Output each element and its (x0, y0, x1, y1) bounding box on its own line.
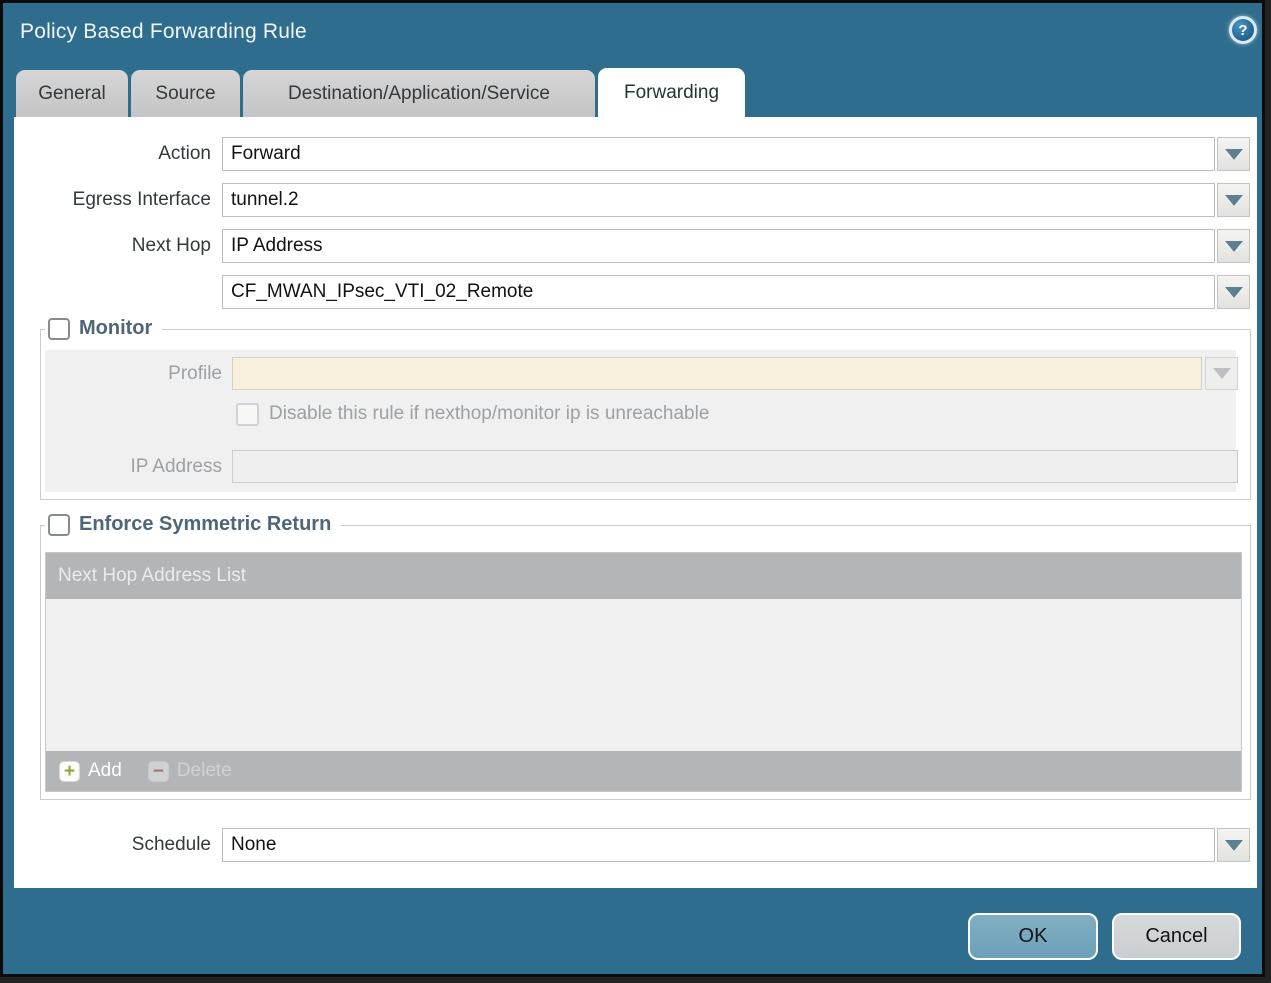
help-glyph: ? (1238, 22, 1247, 39)
symmetric-return-checkbox[interactable] (48, 514, 70, 536)
monitor-ip-address-label: IP Address (45, 450, 222, 483)
cancel-button[interactable]: Cancel (1112, 913, 1241, 960)
tab-destination-application-service[interactable]: Destination/Application/Service (243, 70, 595, 117)
egress-interface-select[interactable]: tunnel.2 (222, 183, 1215, 217)
schedule-label: Schedule (14, 828, 211, 862)
egress-interface-label: Egress Interface (14, 183, 211, 217)
forwarding-tab-panel: Action Forward Egress Interface tunnel.2… (14, 117, 1257, 888)
egress-interface-row: Egress Interface tunnel.2 (14, 183, 1257, 217)
monitor-ip-address-input (232, 450, 1238, 483)
add-button-label: Add (88, 760, 122, 782)
disable-rule-label: Disable this rule if nexthop/monitor ip … (269, 400, 709, 428)
monitor-panel: Profile Disable this rule if nexthop/mon… (45, 350, 1236, 492)
action-label: Action (14, 137, 211, 171)
tab-forwarding-label: Forwarding (624, 82, 719, 104)
tab-forwarding[interactable]: Forwarding (598, 68, 745, 117)
delete-button: − Delete (148, 760, 232, 782)
add-button[interactable]: + Add (59, 760, 122, 782)
next-hop-type-select[interactable]: IP Address (222, 229, 1215, 263)
tab-source[interactable]: Source (131, 70, 240, 117)
next-hop-address-table: Next Hop Address List + Add − Delete (45, 552, 1242, 792)
monitor-legend-label: Monitor (79, 317, 152, 340)
tab-destination-label: Destination/Application/Service (288, 83, 550, 105)
next-hop-address-list-body (46, 599, 1241, 751)
help-icon[interactable]: ? (1229, 16, 1257, 44)
chevron-down-icon (1225, 840, 1243, 851)
disable-rule-checkbox (236, 403, 259, 426)
next-hop-address-row: CF_MWAN_IPsec_VTI_02_Remote (14, 275, 1257, 309)
monitor-fieldset: Monitor Profile Disable this rule if nex… (40, 329, 1251, 500)
monitor-legend: Monitor (45, 317, 162, 340)
minus-icon: − (148, 761, 169, 782)
schedule-row: Schedule None (14, 828, 1257, 862)
action-row: Action Forward (14, 137, 1257, 171)
chevron-down-icon (1225, 195, 1243, 206)
cancel-button-label: Cancel (1145, 925, 1207, 948)
action-select[interactable]: Forward (222, 137, 1215, 171)
action-dropdown-button[interactable] (1217, 137, 1250, 171)
chevron-down-icon (1213, 368, 1231, 379)
next-hop-address-dropdown-button[interactable] (1217, 275, 1250, 309)
plus-icon: + (59, 761, 80, 782)
chevron-down-icon (1225, 149, 1243, 160)
schedule-select[interactable]: None (222, 828, 1215, 862)
pbf-rule-dialog: Policy Based Forwarding Rule ? General S… (0, 0, 1265, 977)
symmetric-return-fieldset: Enforce Symmetric Return Next Hop Addres… (40, 525, 1251, 800)
monitor-checkbox[interactable] (48, 318, 70, 340)
profile-select (232, 357, 1202, 390)
next-hop-address-list-header: Next Hop Address List (46, 553, 1241, 599)
next-hop-dropdown-button[interactable] (1217, 229, 1250, 263)
next-hop-address-select[interactable]: CF_MWAN_IPsec_VTI_02_Remote (222, 275, 1215, 309)
egress-interface-dropdown-button[interactable] (1217, 183, 1250, 217)
symmetric-return-legend: Enforce Symmetric Return (45, 513, 341, 536)
next-hop-table-toolbar: + Add − Delete (46, 751, 1241, 791)
tab-general[interactable]: General (16, 70, 128, 117)
dialog-title: Policy Based Forwarding Rule (20, 20, 307, 44)
ok-button-label: OK (1019, 925, 1048, 948)
schedule-dropdown-button[interactable] (1217, 828, 1250, 862)
chevron-down-icon (1225, 241, 1243, 252)
next-hop-label: Next Hop (14, 229, 211, 263)
profile-label: Profile (45, 357, 222, 390)
delete-button-label: Delete (177, 760, 232, 782)
symmetric-return-legend-label: Enforce Symmetric Return (79, 513, 331, 536)
profile-dropdown-button (1205, 357, 1238, 390)
next-hop-row: Next Hop IP Address (14, 229, 1257, 263)
tab-source-label: Source (155, 83, 215, 105)
ok-button[interactable]: OK (968, 913, 1098, 960)
chevron-down-icon (1225, 287, 1243, 298)
tab-general-label: General (38, 83, 106, 105)
